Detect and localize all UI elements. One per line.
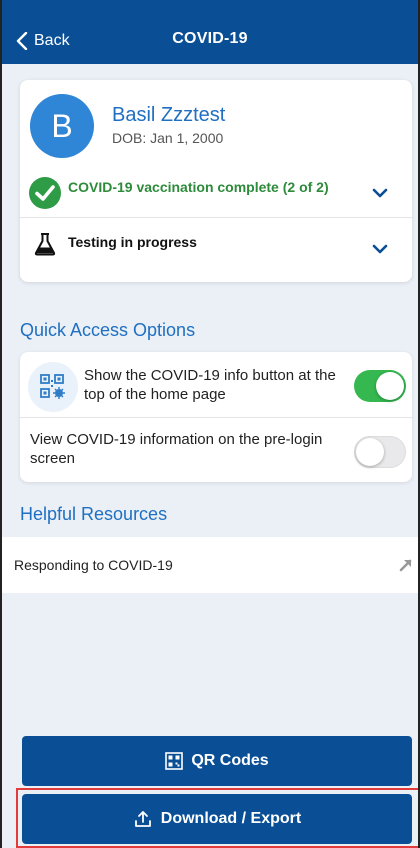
testing-status-row[interactable]: Testing in progress — [20, 218, 412, 278]
qr-codes-button[interactable]: QR Codes — [22, 736, 412, 786]
chevron-down-icon[interactable] — [372, 244, 388, 254]
download-export-label: Download / Export — [160, 810, 302, 827]
qr-code-icon — [165, 752, 184, 770]
toggle-knob — [356, 438, 384, 466]
chevron-down-icon[interactable] — [372, 188, 388, 198]
covid-status-card: B Basil Zzztest DOB: Jan 1, 2000 COVID-1… — [20, 80, 412, 282]
page-title: COVID-19 — [172, 30, 248, 47]
quick-access-heading: Quick Access Options — [20, 320, 196, 340]
check-circle-icon — [29, 177, 61, 209]
toggle-knob — [376, 372, 404, 400]
resource-label: Responding to COVID-19 — [14, 557, 173, 573]
qr-virus-icon — [28, 362, 78, 412]
patient-dob: DOB: Jan 1, 2000 — [112, 130, 224, 146]
helpful-resources-heading: Helpful Resources — [20, 504, 168, 524]
qr-codes-label: QR Codes — [191, 752, 269, 769]
quick-access-option1-label: Show the COVID-19 info button at the top… — [84, 367, 336, 403]
quick-access-option-home-button: Show the COVID-19 info button at the top… — [20, 352, 412, 418]
testing-status-text: Testing in progress — [68, 234, 197, 250]
external-link-icon — [399, 559, 412, 572]
nav-bar: Back COVID-19 — [0, 0, 420, 64]
vaccination-status-row[interactable]: COVID-19 vaccination complete (2 of 2) — [20, 166, 412, 218]
avatar: B — [30, 94, 94, 158]
flask-icon — [34, 233, 56, 256]
vaccination-status-text: COVID-19 vaccination complete (2 of 2) — [68, 179, 329, 195]
download-export-button[interactable]: Download / Export — [22, 794, 412, 844]
quick-access-option2-label: View COVID-19 information on the pre-log… — [30, 431, 323, 467]
quick-access-card: Show the COVID-19 info button at the top… — [20, 352, 412, 482]
upload-export-icon — [134, 811, 151, 827]
resource-link-responding[interactable]: Responding to COVID-19 — [0, 537, 420, 593]
home-button-toggle[interactable] — [354, 370, 406, 402]
prelogin-toggle[interactable] — [354, 436, 406, 468]
patient-name: Basil Zzztest — [112, 104, 226, 126]
quick-access-option-prelogin: View COVID-19 information on the pre-log… — [20, 418, 412, 482]
